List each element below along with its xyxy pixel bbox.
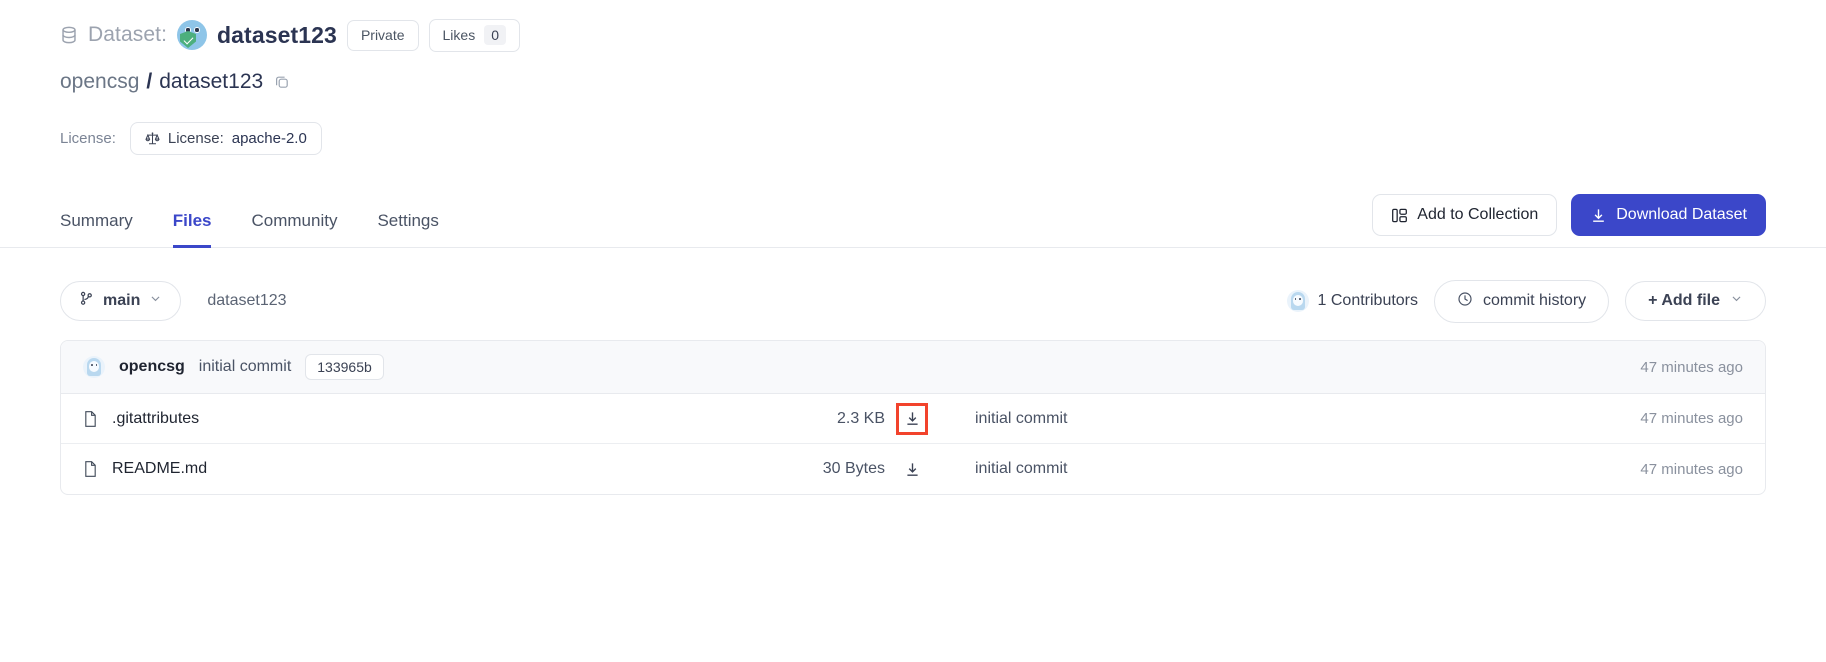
commit-hash[interactable]: 133965b xyxy=(305,354,384,380)
download-dataset-label: Download Dataset xyxy=(1616,206,1747,224)
file-name[interactable]: README.md xyxy=(112,460,207,478)
branch-selector[interactable]: main xyxy=(60,281,181,321)
header-actions: Add to Collection Download Dataset xyxy=(1372,194,1766,247)
add-to-collection-button[interactable]: Add to Collection xyxy=(1372,194,1557,236)
breadcrumb-repo[interactable]: dataset123 xyxy=(159,70,263,94)
clock-icon xyxy=(1457,291,1473,312)
collection-icon xyxy=(1391,207,1408,224)
tab-list: Summary Files Community Settings xyxy=(60,190,439,247)
files-section: main dataset123 1 Contributors xyxy=(0,278,1826,495)
license-badge[interactable]: License: apache-2.0 xyxy=(130,122,322,155)
commit-author[interactable]: opencsg xyxy=(119,358,185,376)
license-pill-prefix: License: xyxy=(168,130,224,147)
contributors-label: 1 Contributors xyxy=(1318,292,1419,310)
tab-bar: Summary Files Community Settings Add to … xyxy=(0,190,1826,248)
file-commit-message: initial commit xyxy=(939,460,1599,478)
commit-time: 47 minutes ago xyxy=(1640,359,1743,376)
contributors-info[interactable]: 1 Contributors xyxy=(1287,290,1419,312)
page-title: dataset123 xyxy=(217,22,337,49)
file-size: 30 Bytes xyxy=(823,460,885,478)
latest-commit-bar: opencsg initial commit 133965b 47 minute… xyxy=(61,341,1765,394)
scales-icon xyxy=(145,131,160,146)
chevron-down-icon xyxy=(1730,292,1743,310)
current-directory-path: dataset123 xyxy=(207,292,286,310)
breadcrumb-owner[interactable]: opencsg xyxy=(60,70,139,94)
license-label: License: xyxy=(60,130,116,147)
file-icon xyxy=(83,460,98,478)
avatar xyxy=(1287,290,1309,312)
dataset-page: Dataset: dataset123 Private Likes 0 open… xyxy=(0,0,1826,662)
file-size: 2.3 KB xyxy=(837,410,885,428)
files-toolbar: main dataset123 1 Contributors xyxy=(60,278,1766,324)
tab-summary[interactable]: Summary xyxy=(60,211,133,248)
branch-name: main xyxy=(103,292,140,310)
chevron-down-icon xyxy=(149,292,162,310)
copy-icon[interactable] xyxy=(270,74,290,90)
visibility-label: Private xyxy=(361,26,405,44)
breadcrumb: opencsg / dataset123 xyxy=(60,58,1766,104)
likes-badge[interactable]: Likes 0 xyxy=(429,19,520,52)
status-badge-private: Private xyxy=(347,20,419,51)
table-row[interactable]: README.md 30 Bytes initial commit 47 min… xyxy=(61,444,1765,494)
file-download-button[interactable] xyxy=(899,406,925,432)
file-commit-message: initial commit xyxy=(939,410,1599,428)
file-download-button[interactable] xyxy=(899,456,925,482)
table-row[interactable]: .gitattributes 2.3 KB initial commit 47 … xyxy=(61,394,1765,444)
files-toolbar-right: 1 Contributors commit history + Add file xyxy=(1287,280,1766,323)
commit-history-label: commit history xyxy=(1483,292,1586,310)
tab-community[interactable]: Community xyxy=(251,211,337,248)
commit-history-button[interactable]: commit history xyxy=(1434,280,1609,323)
file-icon xyxy=(83,410,98,428)
file-commit-time: 47 minutes ago xyxy=(1613,461,1743,478)
file-name[interactable]: .gitattributes xyxy=(112,410,199,428)
tab-files[interactable]: Files xyxy=(173,211,212,248)
dataset-avatar xyxy=(177,20,207,50)
file-browser: opencsg initial commit 133965b 47 minute… xyxy=(60,340,1766,495)
likes-count: 0 xyxy=(484,25,506,45)
dataset-type-label: Dataset: xyxy=(88,23,167,47)
license-row: License: License: apache-2.0 xyxy=(60,104,1766,172)
download-icon xyxy=(1590,207,1607,224)
tab-settings[interactable]: Settings xyxy=(377,211,438,248)
breadcrumb-separator: / xyxy=(146,70,152,94)
files-toolbar-left: main dataset123 xyxy=(60,281,287,321)
add-file-button[interactable]: + Add file xyxy=(1625,281,1766,321)
license-value: apache-2.0 xyxy=(232,130,307,147)
dataset-title-row: Dataset: dataset123 Private Likes 0 xyxy=(60,0,1766,58)
avatar xyxy=(83,356,105,378)
likes-label: Likes xyxy=(443,26,476,44)
commit-message: initial commit xyxy=(199,358,291,376)
database-icon xyxy=(60,25,78,45)
branch-icon xyxy=(79,291,94,311)
add-to-collection-label: Add to Collection xyxy=(1417,206,1538,224)
add-file-label: + Add file xyxy=(1648,292,1720,310)
download-dataset-button[interactable]: Download Dataset xyxy=(1571,194,1766,236)
file-commit-time: 47 minutes ago xyxy=(1613,410,1743,427)
page-header: Dataset: dataset123 Private Likes 0 open… xyxy=(0,0,1826,172)
